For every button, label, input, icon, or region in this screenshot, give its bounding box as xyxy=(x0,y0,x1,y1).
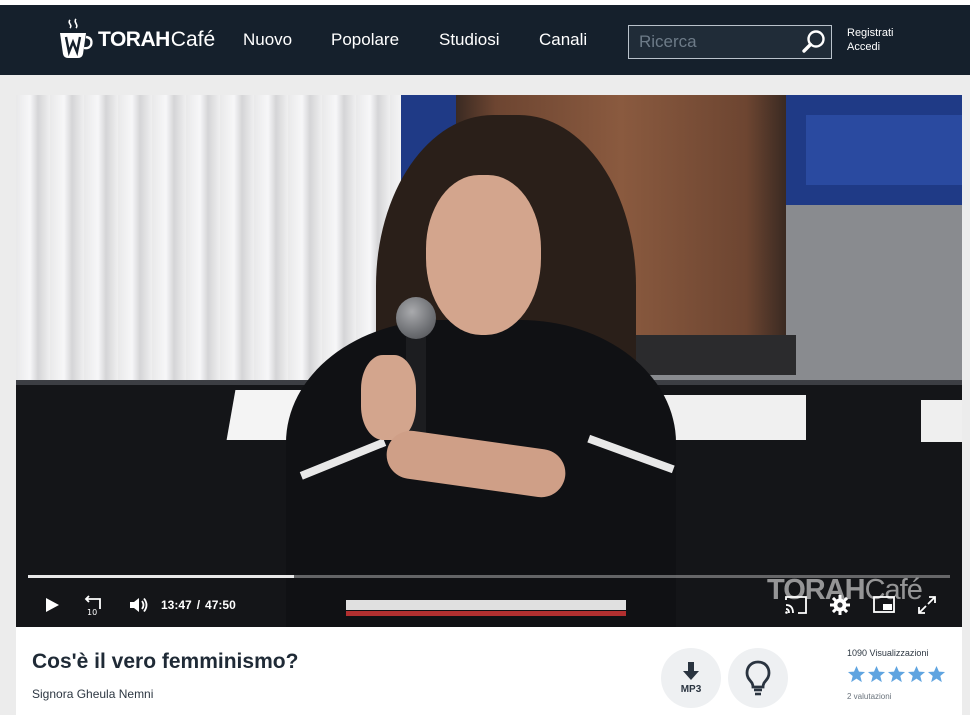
progress-fill xyxy=(28,575,294,578)
skip-back-button[interactable]: 10 xyxy=(80,591,108,619)
logo-cafe-text: Café xyxy=(170,27,216,51)
cast-button[interactable] xyxy=(782,591,810,619)
main-content: TORAH Café 10 13:47 / 47:50 Cos'è il ver… xyxy=(16,95,962,715)
nav-popolare[interactable]: Popolare xyxy=(331,29,399,51)
progress-bar[interactable] xyxy=(28,575,950,578)
star-icon[interactable] xyxy=(907,665,926,684)
star-icon[interactable] xyxy=(887,665,906,684)
skip-back-icon: 10 xyxy=(84,595,101,617)
star-icon[interactable] xyxy=(927,665,946,684)
nav-nuovo[interactable]: Nuovo xyxy=(243,29,292,51)
rating-stars xyxy=(847,665,946,684)
mp3-download-button[interactable]: MP3 xyxy=(661,648,721,708)
mp3-label: MP3 xyxy=(680,684,702,695)
play-icon xyxy=(46,598,59,612)
author-link[interactable]: Signora Gheula Nemni xyxy=(32,687,153,701)
idea-button[interactable] xyxy=(728,648,788,708)
view-count: 1090 Visualizzazioni xyxy=(847,648,929,658)
pip-button[interactable] xyxy=(870,591,898,619)
video-title: Cos'è il vero femminismo? xyxy=(32,650,299,673)
nav-canali[interactable]: Canali xyxy=(539,29,587,51)
volume-button[interactable] xyxy=(124,591,152,619)
cast-icon xyxy=(785,596,807,614)
fullscreen-icon xyxy=(918,596,936,614)
star-icon[interactable] xyxy=(867,665,886,684)
logo-torah-text: TORAH xyxy=(98,27,170,51)
auth-links: Registrati Accedi xyxy=(847,26,893,54)
nav-studiosi[interactable]: Studiosi xyxy=(439,29,499,51)
search-input[interactable] xyxy=(629,26,797,58)
search-icon xyxy=(802,30,825,53)
play-button[interactable] xyxy=(38,591,66,619)
settings-button[interactable] xyxy=(826,591,854,619)
video-player[interactable]: TORAH Café 10 13:47 / 47:50 xyxy=(16,95,962,627)
logo-text: TORAH Café xyxy=(98,29,215,50)
duration: 47:50 xyxy=(205,598,236,612)
svg-text:10: 10 xyxy=(87,608,97,617)
picture-in-picture-icon xyxy=(873,596,895,613)
lightbulb-icon xyxy=(745,660,771,696)
download-arrow-icon xyxy=(683,662,699,680)
login-link[interactable]: Accedi xyxy=(847,40,893,54)
player-controls: 10 13:47/47:50 xyxy=(16,587,962,623)
ratings-count: 2 valutazioni xyxy=(847,692,892,701)
star-icon[interactable] xyxy=(847,665,866,684)
volume-icon xyxy=(130,597,148,613)
register-link[interactable]: Registrati xyxy=(847,26,893,40)
search-button[interactable] xyxy=(799,28,829,56)
gear-icon xyxy=(830,595,850,615)
navbar: TORAH Café Nuovo Popolare Studiosi Canal… xyxy=(0,5,970,75)
search-box xyxy=(628,25,832,59)
time-display: 13:47/47:50 xyxy=(161,598,236,612)
current-time: 13:47 xyxy=(161,598,192,612)
logo[interactable]: TORAH Café xyxy=(56,17,215,61)
fullscreen-button[interactable] xyxy=(913,591,941,619)
coffee-cup-logo-icon xyxy=(60,18,93,58)
